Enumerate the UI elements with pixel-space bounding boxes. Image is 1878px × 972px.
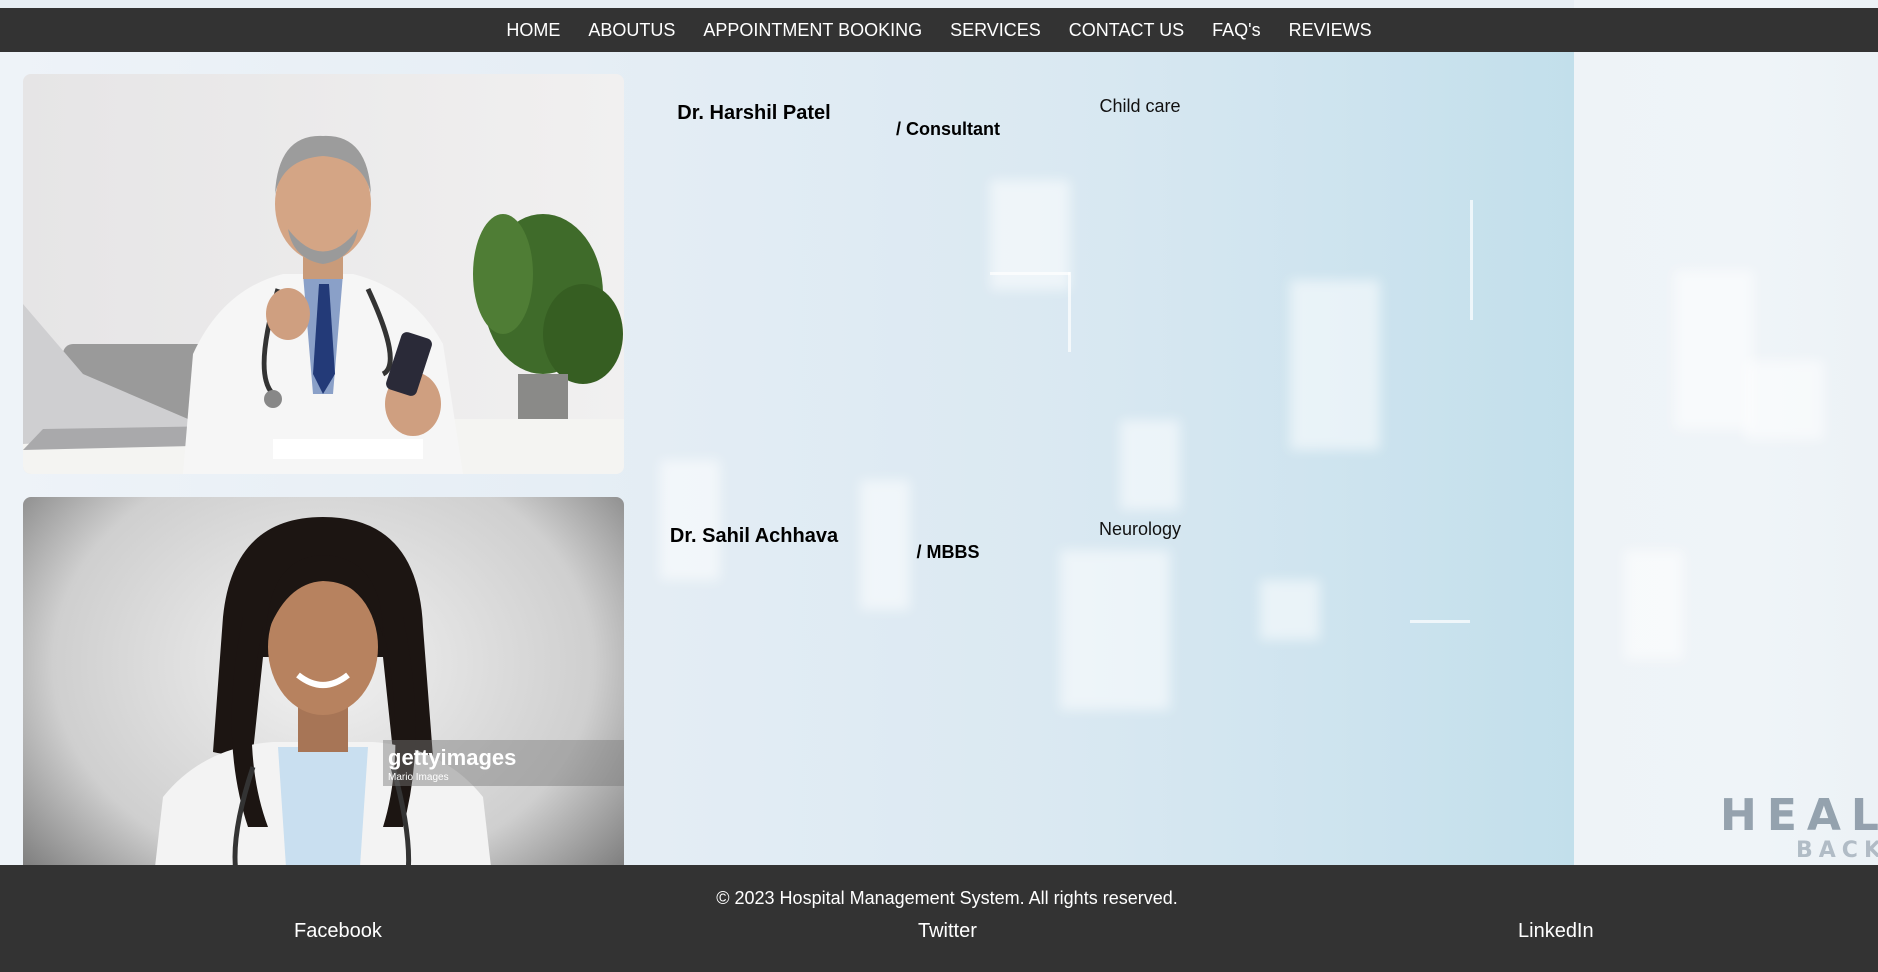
background-watermark-text: HEALT xyxy=(1720,790,1878,841)
footer-copyright: © 2023 Hospital Management System. All r… xyxy=(716,888,1178,908)
nav-home[interactable]: HOME xyxy=(506,20,560,41)
nav-contact-us[interactable]: CONTACT US xyxy=(1069,20,1184,41)
background-watermark-subtext: BACK xyxy=(1796,838,1878,863)
nav-faqs[interactable]: FAQ's xyxy=(1212,20,1260,41)
linkedin-link[interactable]: LinkedIn xyxy=(1518,920,1594,943)
top-strip xyxy=(0,0,1574,8)
doctor-specialty: Neurology xyxy=(1098,519,1182,539)
twitter-link[interactable]: Twitter xyxy=(918,920,977,943)
nav-appointment-booking[interactable]: APPOINTMENT BOOKING xyxy=(703,20,922,41)
doctor-photo-male xyxy=(23,74,624,474)
doctor-name: Dr. Sahil Achhava xyxy=(664,525,844,548)
doctor-name-text: Dr. Sahil Achhava xyxy=(669,525,839,547)
nav-reviews[interactable]: REVIEWS xyxy=(1289,20,1372,41)
nav-about-us[interactable]: ABOUTUS xyxy=(588,20,675,41)
doctor-specialty: Child care xyxy=(1099,96,1181,116)
doctor-role: / Consultant xyxy=(896,119,1000,139)
getty-watermark-brand: gettyimages xyxy=(388,745,516,770)
doctor-name: Dr. Harshil Patel xyxy=(677,102,831,124)
main-navigation: HOME ABOUTUS APPOINTMENT BOOKING SERVICE… xyxy=(0,8,1878,52)
getty-watermark-credit: Mario Images xyxy=(388,772,449,783)
doctor-role: / MBBS xyxy=(916,542,980,562)
nav-services[interactable]: SERVICES xyxy=(950,20,1041,41)
facebook-link[interactable]: Facebook xyxy=(294,920,382,943)
footer: © 2023 Hospital Management System. All r… xyxy=(0,865,1878,972)
